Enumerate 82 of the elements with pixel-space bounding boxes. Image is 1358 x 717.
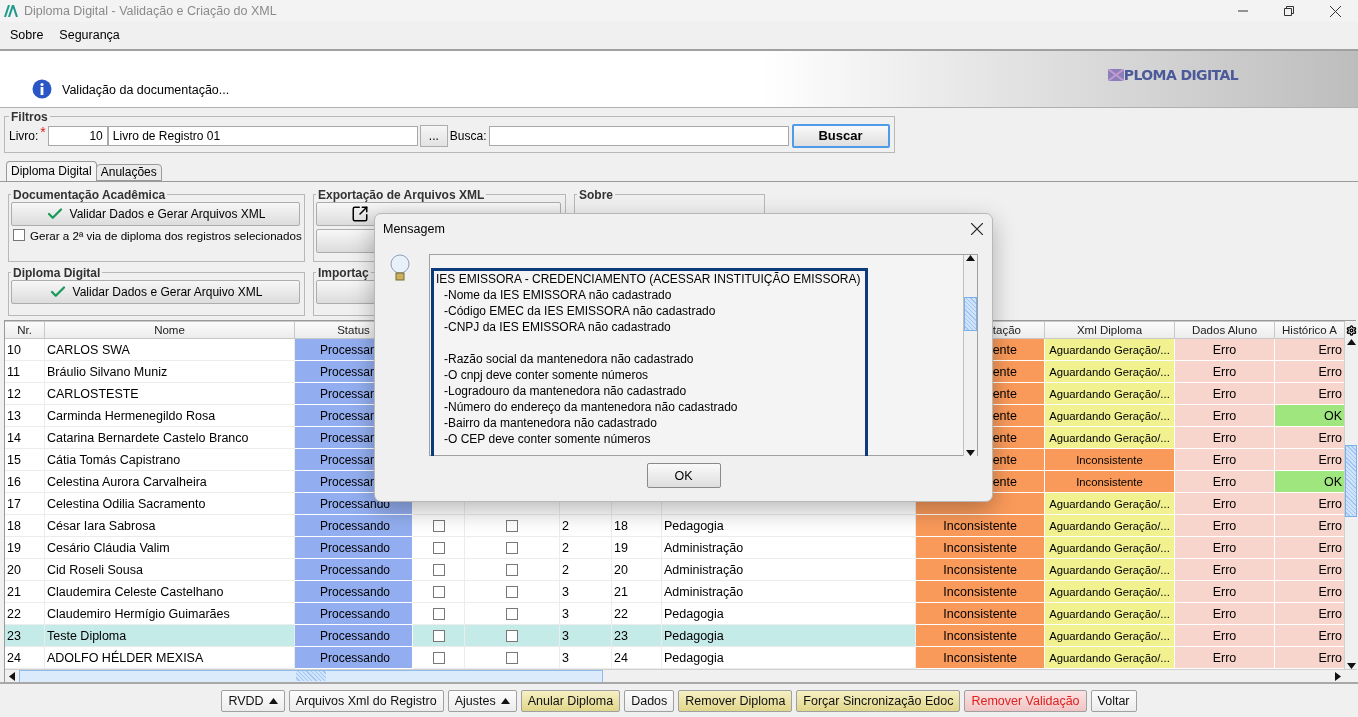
message-heading: IES EMISSORA - CREDENCIAMENTO (ACESSAR INSTITUIÇÃO EMISSORA) — [436, 271, 862, 287]
table-cell: Erro — [1175, 537, 1275, 560]
table-cell: Inconsistente — [916, 559, 1045, 582]
message-line: -Logradouro da mantenedora não cadastrado — [443, 383, 688, 399]
table-cell: Inconsistente — [916, 625, 1045, 648]
table-cell: Erro — [1275, 339, 1344, 362]
logo-text: PLOMA DIGITAL — [1123, 66, 1238, 83]
required-mark: * — [40, 123, 46, 140]
message-line: -Bairro da mantenedora não cadastrado — [443, 415, 658, 431]
table-cell: Erro — [1175, 361, 1275, 384]
message-line: -CNPJ da IES EMISSORA não cadastrado — [443, 319, 672, 335]
table-cell: Processando — [295, 647, 413, 670]
table-cell: Inconsistente — [1045, 449, 1175, 472]
table-cell: Aguardando Geração/... — [1045, 581, 1175, 604]
table-cell: Erro — [1275, 581, 1344, 604]
table-cell: Processando — [295, 625, 413, 648]
table-cell: Inconsistente — [916, 603, 1045, 626]
message-line: -O cnpj deve conter somente números — [443, 367, 650, 383]
table-cell: Erro — [1275, 647, 1344, 670]
message-line: -O CEP deve conter somente números — [443, 431, 652, 447]
field-label: Busca: — [449, 128, 487, 143]
table-cell: OK — [1275, 405, 1344, 428]
table-cell: Aguardando Geração/... — [1045, 405, 1175, 428]
table-cell: OK — [1275, 471, 1344, 494]
window-title: Diploma Digital - Validação e Criação do XML — [24, 4, 277, 18]
table-cell: Aguardando Geração/... — [1045, 515, 1175, 538]
table-cell: Erro — [1275, 493, 1344, 516]
table-cell: Erro — [1175, 625, 1275, 648]
table-cell: Erro — [1175, 493, 1275, 516]
table-cell: Erro — [1275, 361, 1344, 384]
group-title: Importaç — [317, 266, 370, 280]
table-cell: Erro — [1275, 383, 1344, 406]
table-cell: Aguardando Geração/... — [1045, 603, 1175, 626]
table-cell: Erro — [1175, 449, 1275, 472]
table-cell: Processando — [295, 559, 413, 582]
table-cell: Aguardando Geração/... — [1045, 537, 1175, 560]
table-cell: Aguardando Geração/... — [1045, 493, 1175, 516]
table-cell: Aguardando Geração/... — [1045, 559, 1175, 582]
table-cell: Processando — [295, 603, 413, 626]
table-cell: Inconsistente — [916, 537, 1045, 560]
table-cell: Processando — [295, 515, 413, 538]
table-cell: Inconsistente — [916, 647, 1045, 670]
message-line: -Razão social da mantenedora não cadastrado — [443, 351, 695, 367]
table-cell: Aguardando Geração/... — [1045, 647, 1175, 670]
table-cell: Erro — [1275, 559, 1344, 582]
table-cell: Aguardando Geração/... — [1045, 383, 1175, 406]
table-cell: Aguardando Geração/... — [1045, 625, 1175, 648]
table-cell: Erro — [1275, 537, 1344, 560]
table-cell: Erro — [1175, 603, 1275, 626]
group-title: Documentação Acadêmica — [12, 188, 167, 202]
table-cell: Aguardando Geração/... — [1045, 427, 1175, 450]
group-title: Sobre — [578, 188, 614, 202]
table-cell: Processando — [295, 537, 413, 560]
dialog-title: Mensagem — [383, 222, 445, 236]
table-cell: Erro — [1175, 383, 1275, 406]
table-cell: Erro — [1275, 625, 1344, 648]
table-cell: Erro — [1175, 471, 1275, 494]
status-message: Validação da documentação... — [62, 82, 230, 99]
table-cell: Inconsistente — [916, 581, 1045, 604]
table-cell: Erro — [1175, 427, 1275, 450]
table-cell: Erro — [1175, 581, 1275, 604]
group-title: Filtros — [10, 109, 49, 124]
group-title: Exportação de Arquivos XML — [317, 188, 486, 202]
table-cell: Aguardando Geração/... — [1045, 339, 1175, 362]
table-cell: Erro — [1275, 603, 1344, 626]
table-cell: Erro — [1175, 405, 1275, 428]
table-cell: Erro — [1275, 449, 1344, 472]
table-cell: Inconsistente — [1045, 471, 1175, 494]
checkbox-label: Gerar a 2ª via de diploma dos registros selecionados — [30, 228, 302, 242]
table-cell: Processando — [295, 581, 413, 604]
table-cell: Aguardando Geração/... — [1045, 361, 1175, 384]
group-title: Diploma Digital — [12, 266, 102, 280]
message-line: -Nome da IES EMISSORA não cadastrado — [443, 287, 673, 303]
table-cell: Inconsistente — [916, 515, 1045, 538]
table-cell: Erro — [1175, 339, 1275, 362]
table-cell: Erro — [1175, 515, 1275, 538]
table-cell: Erro — [1175, 647, 1275, 670]
message-line: -Código EMEC da IES EMISSORA não cadastrado — [443, 303, 717, 319]
table-cell: Erro — [1275, 515, 1344, 538]
field-label: Livro: — [9, 128, 39, 143]
table-cell: Erro — [1175, 559, 1275, 582]
table-cell: Erro — [1275, 427, 1344, 450]
